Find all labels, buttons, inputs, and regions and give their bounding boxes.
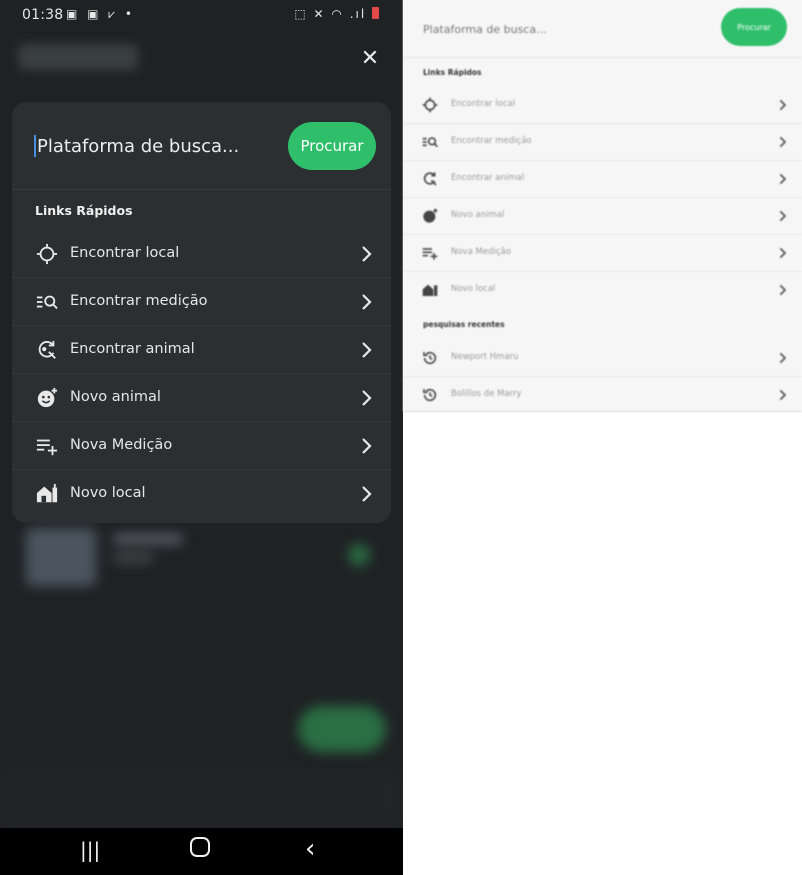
recent-searches-title: pesquisas recentes: [423, 320, 505, 329]
add-animal-icon: [423, 208, 438, 223]
android-navigation-bar: ||| ‹: [0, 828, 403, 875]
background-page-title: [18, 44, 138, 70]
quick-link-label: Novo local: [70, 485, 146, 501]
search-bar: Plataforma de busca... Procurar: [12, 102, 391, 190]
light-quick-link-label: Nova Medição: [451, 247, 511, 257]
quick-link-novo-local[interactable]: Novo local: [12, 470, 391, 518]
crosshair-icon: [36, 243, 58, 265]
quick-link-encontrar-medicao[interactable]: Encontrar medição: [12, 278, 391, 326]
chevron-right-icon: [362, 390, 372, 406]
light-quick-link[interactable]: Encontrar local: [403, 87, 802, 124]
chevron-right-icon: [362, 342, 372, 358]
quick-link-label: Encontrar animal: [70, 341, 195, 357]
close-button[interactable]: ✕: [356, 44, 384, 72]
light-search-button[interactable]: Procurar: [721, 8, 787, 46]
search-panel: Plataforma de busca... Procurar Links Rá…: [12, 102, 391, 523]
quick-link-nova-medicao[interactable]: Nova Medição: [12, 422, 391, 470]
light-phone-screen: Plataforma de busca... Procurar Links Rá…: [403, 0, 802, 412]
light-quick-link[interactable]: Nova Medição: [403, 235, 802, 272]
crosshair-icon: [422, 97, 438, 113]
recent-search-item[interactable]: Newport Hmaru: [403, 340, 802, 377]
light-search-bar: Plataforma de busca... Procurar: [403, 0, 802, 58]
chevron-right-icon: [779, 284, 787, 296]
light-search-input[interactable]: Plataforma de busca...: [423, 23, 547, 36]
recent-apps-button[interactable]: |||: [80, 838, 100, 862]
chevron-right-icon: [779, 136, 787, 148]
add-location-icon: [36, 483, 58, 503]
background-bottom-nav: [0, 770, 403, 828]
find-animal-icon: [423, 172, 437, 186]
recent-searches-list: Newport Hmaru Bolillos de Marry: [403, 340, 802, 411]
home-button[interactable]: [190, 837, 210, 857]
quick-links-title: Links Rápidos: [35, 203, 133, 218]
text-caret: [34, 135, 36, 157]
search-list-icon: [36, 295, 58, 310]
search-input[interactable]: Plataforma de busca...: [37, 136, 239, 157]
quick-link-encontrar-animal[interactable]: Encontrar animal: [12, 326, 391, 374]
add-measurement-icon: [36, 439, 58, 456]
chevron-right-icon: [779, 389, 787, 401]
recent-search-label: Bolillos de Marry: [451, 389, 522, 399]
light-quick-link[interactable]: Novo local: [403, 272, 802, 309]
history-icon: [423, 388, 437, 402]
light-quick-link-label: Encontrar medição: [451, 136, 532, 146]
find-animal-icon: [38, 340, 56, 359]
background-card: [18, 528, 388, 590]
add-location-icon: [422, 284, 438, 296]
add-measurement-icon: [422, 248, 438, 260]
light-quick-links-title: Links Rápidos: [423, 68, 482, 77]
light-quick-link-label: Encontrar animal: [451, 173, 525, 183]
light-quick-link[interactable]: Encontrar medição: [403, 124, 802, 161]
back-button[interactable]: ‹: [305, 834, 315, 864]
light-quick-link-label: Novo local: [451, 284, 496, 294]
quick-link-label: Encontrar medição: [70, 293, 208, 309]
add-animal-icon: [37, 387, 58, 408]
chevron-right-icon: [362, 438, 372, 454]
search-list-icon: [422, 137, 438, 148]
dark-phone-screen: 01:38 ▣ ▣ ⩗ • ⬚ ✕ ◠ .ıl ✕ Plataforma de …: [0, 0, 403, 875]
quick-links-list: Encontrar local Encontrar medição Encont…: [12, 230, 391, 518]
light-quick-link[interactable]: Encontrar animal: [403, 161, 802, 198]
status-bar: 01:38 ▣ ▣ ⩗ • ⬚ ✕ ◠ .ıl: [0, 0, 403, 32]
chevron-right-icon: [779, 352, 787, 364]
light-quick-links-list: Encontrar local Encontrar medição Encont…: [403, 87, 802, 309]
recent-search-label: Newport Hmaru: [451, 352, 519, 362]
chevron-right-icon: [362, 246, 372, 262]
notification-icons: ▣ ▣ ⩗ •: [66, 7, 135, 21]
history-icon: [423, 351, 437, 365]
battery-icon: [372, 7, 379, 19]
chevron-right-icon: [779, 210, 787, 222]
chevron-right-icon: [779, 99, 787, 111]
light-quick-link-label: Encontrar local: [451, 99, 516, 109]
search-button[interactable]: Procurar: [288, 122, 376, 170]
quick-link-label: Encontrar local: [70, 245, 180, 261]
quick-link-novo-animal[interactable]: Novo animal: [12, 374, 391, 422]
recent-search-item[interactable]: Bolillos de Marry: [403, 377, 802, 411]
chevron-right-icon: [362, 294, 372, 310]
system-icons: ⬚ ✕ ◠ .ıl: [294, 7, 379, 21]
background-fab: [298, 706, 386, 752]
chevron-right-icon: [779, 173, 787, 185]
quick-link-label: Nova Medição: [70, 437, 173, 453]
light-quick-link-label: Novo animal: [451, 210, 505, 220]
chevron-right-icon: [362, 486, 372, 502]
light-quick-link[interactable]: Novo animal: [403, 198, 802, 235]
quick-link-label: Novo animal: [70, 389, 161, 405]
status-time: 01:38: [22, 7, 64, 23]
quick-link-encontrar-local[interactable]: Encontrar local: [12, 230, 391, 278]
chevron-right-icon: [779, 247, 787, 259]
